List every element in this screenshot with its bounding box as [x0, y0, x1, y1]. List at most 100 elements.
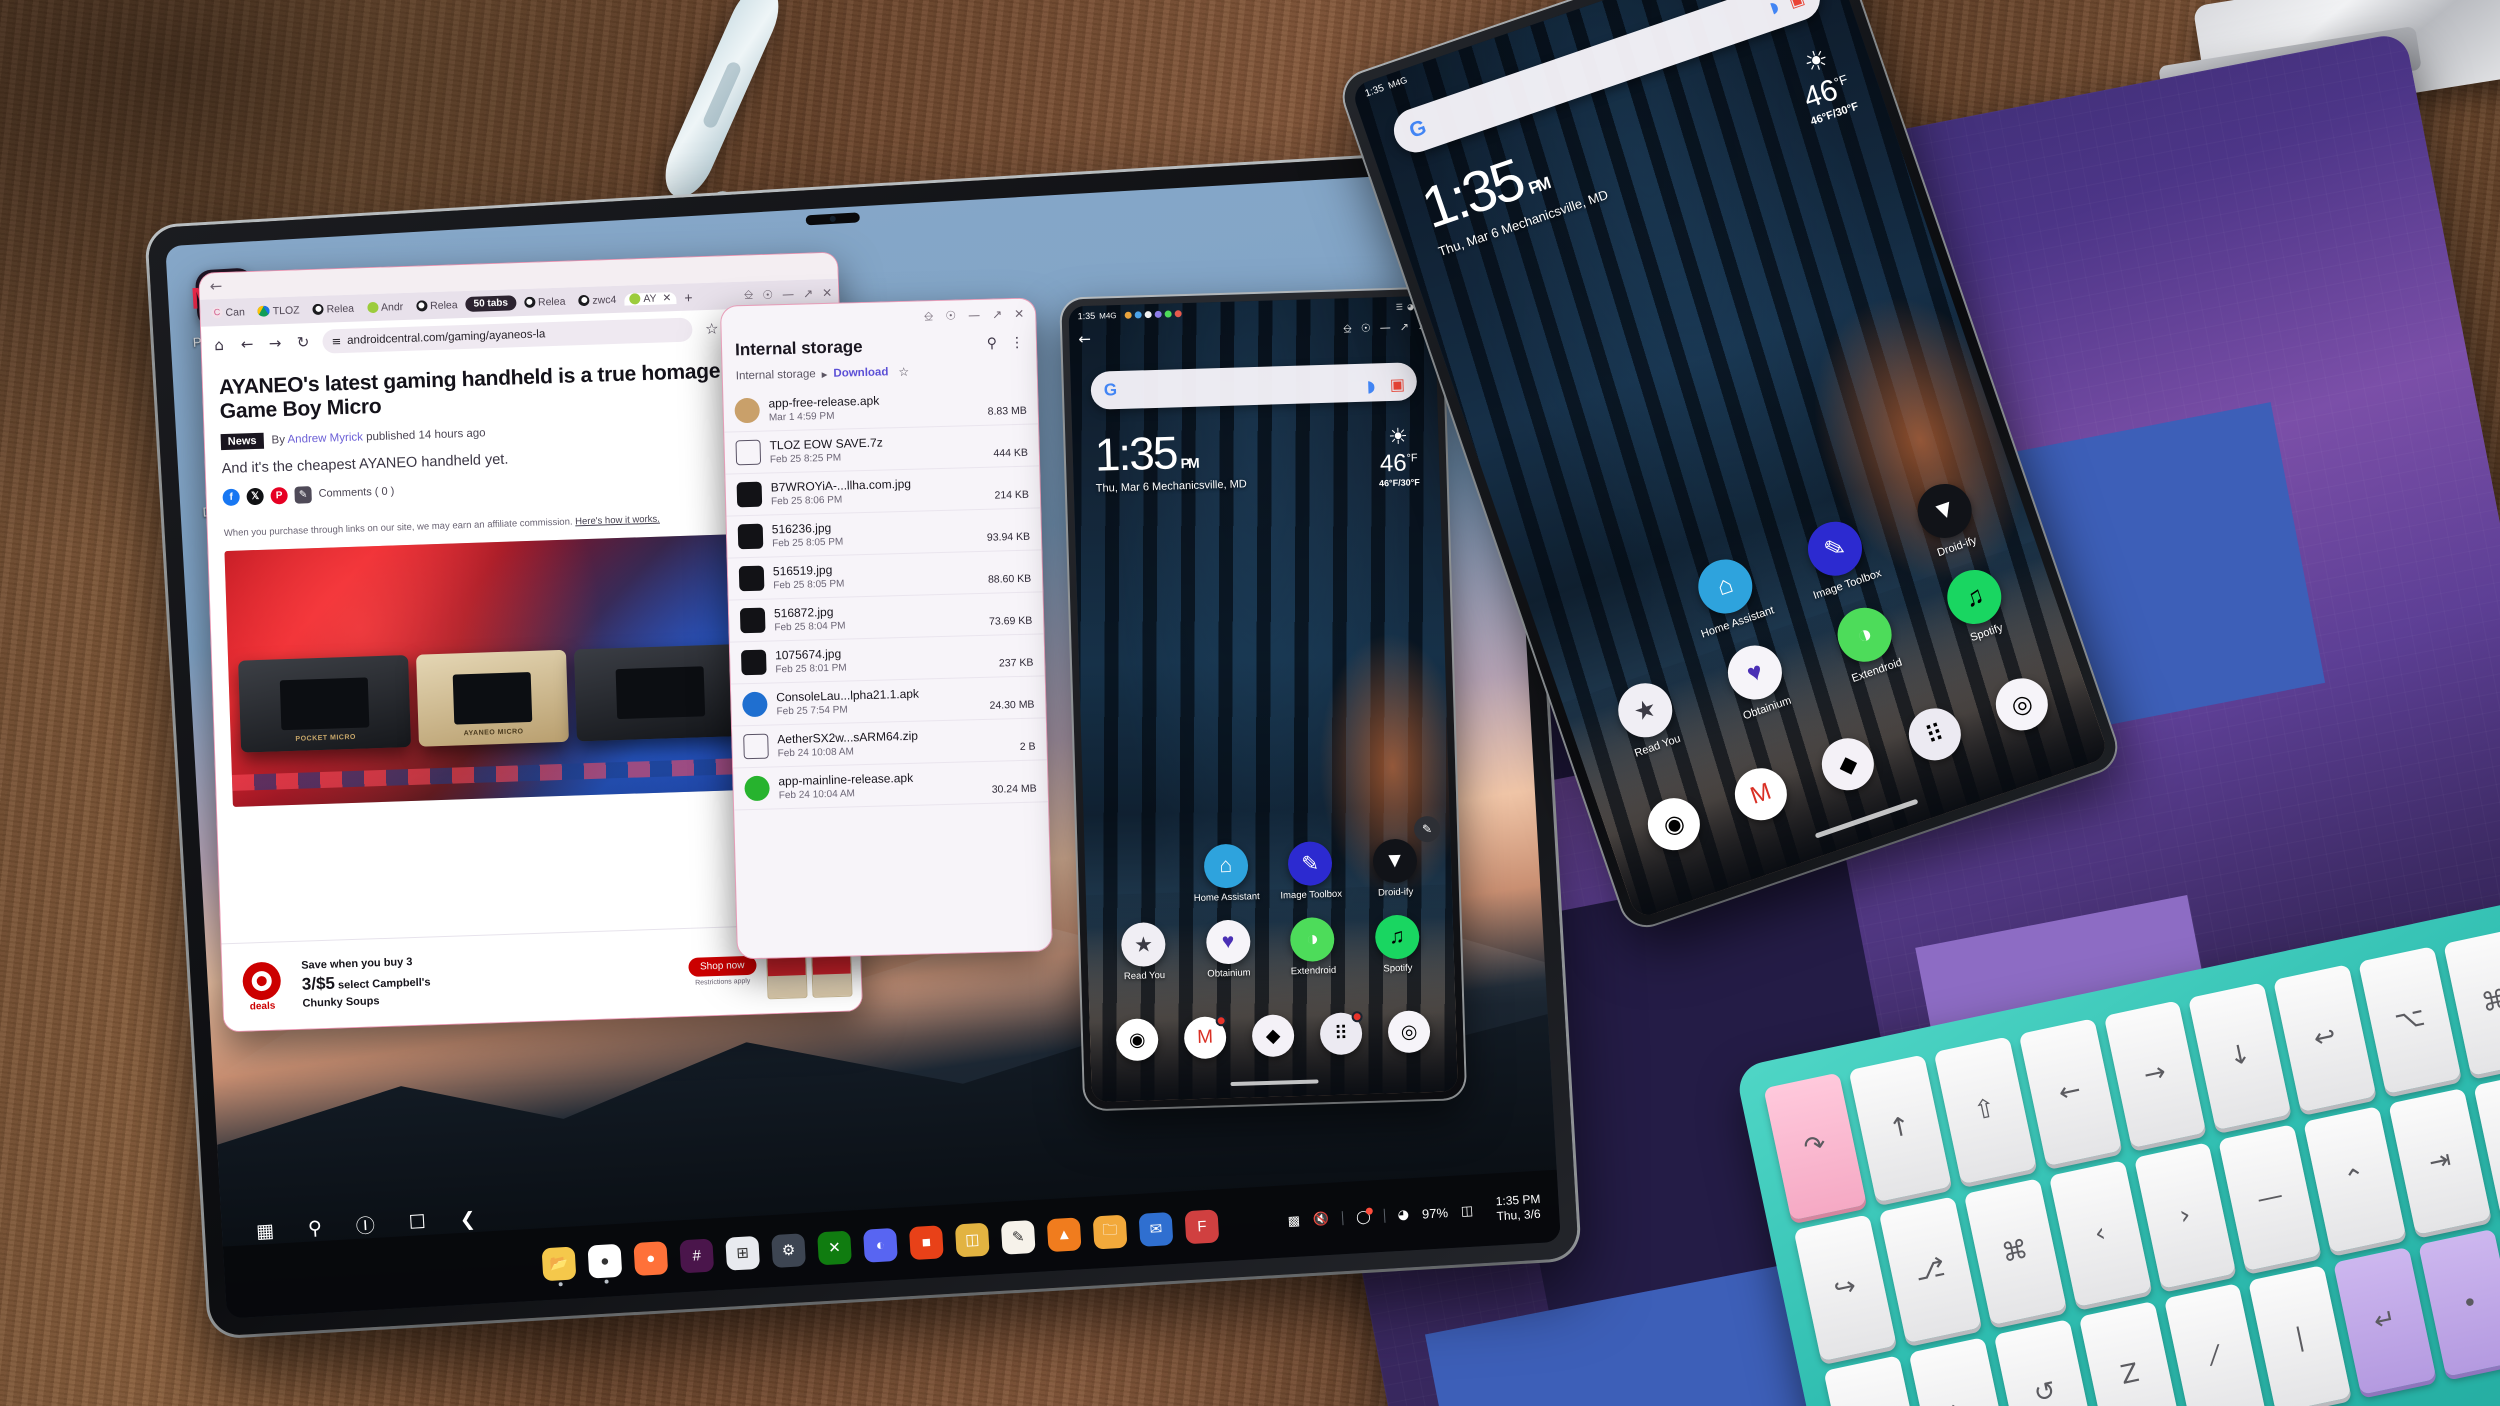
keyboard-key[interactable]: ›	[2133, 1141, 2237, 1290]
taskbar-games-app[interactable]: ■	[908, 1224, 944, 1260]
app-icon-read-you[interactable]: ★ Read You	[1101, 921, 1187, 983]
tablet-screen[interactable]: MDM Poc Dri ← CCanTLOZReleaAndrRelea50 t…	[165, 169, 1561, 1319]
close-x-icon[interactable]: ✕	[1014, 307, 1024, 321]
app-icon-droid-ify[interactable]: ▼ Droid-ify	[1352, 838, 1438, 900]
author-link[interactable]: Andrew Myrick	[287, 431, 363, 445]
tab-count-pill[interactable]: 50 tabs	[465, 295, 517, 312]
search-icon[interactable]: ⚲	[307, 1216, 322, 1239]
facebook-icon[interactable]: f	[222, 488, 240, 506]
ad-cta-block[interactable]: Shop now Restrictions apply	[687, 955, 757, 987]
taskbar-discord-app[interactable]: ◐	[862, 1227, 898, 1263]
keyboard-key[interactable]: ⌃	[2303, 1105, 2407, 1253]
comments-icon[interactable]: ✎	[294, 485, 312, 504]
keyboard-key[interactable]: ⇥	[2388, 1087, 2492, 1235]
reload-icon[interactable]: ↻	[294, 333, 312, 351]
keyboard-key[interactable]: ⁄	[2163, 1282, 2267, 1406]
multiwindow-icon[interactable]: Ⓘ	[355, 1211, 376, 1239]
taskbar-notes-app[interactable]: ✎	[1000, 1219, 1036, 1255]
taskbar-vlc-app[interactable]: ▲	[1046, 1216, 1082, 1252]
keyboard-key[interactable]: Z	[2078, 1300, 2182, 1406]
forward-arrow-icon[interactable]: →	[266, 334, 284, 352]
breadcrumb-current[interactable]: Download	[833, 366, 888, 379]
app-icon-extendroid[interactable]: ◑ Extendroid	[1270, 916, 1356, 978]
keyboard-key[interactable]: ⇧	[1933, 1036, 2037, 1184]
phone-mirror-window[interactable]: 1:35 M4G ☰ ◕ ◫ ← ⎒	[1061, 288, 1466, 1110]
maximize-diagonal-icon[interactable]: ↗	[992, 307, 1002, 321]
disclaimer-link[interactable]: Here's how it works.	[575, 513, 660, 527]
taskbar-feedly-app[interactable]: F	[1184, 1208, 1220, 1244]
search-icon[interactable]: ⚲	[987, 335, 998, 351]
browser-tab[interactable]: Relea	[411, 299, 463, 313]
keyboard-key[interactable]: ‹	[2048, 1159, 2152, 1308]
maximize-diagonal-icon[interactable]: ↗	[1400, 320, 1410, 334]
keyboard-key[interactable]: ⌘	[1963, 1177, 2067, 1326]
maximize-diagonal-icon[interactable]: ↗	[803, 286, 814, 300]
file-row[interactable]: app-mainline-release.apk Feb 24 10:04 AM 3…	[733, 760, 1049, 811]
speech-bubble-icon[interactable]: ◯	[1356, 1206, 1373, 1225]
keyboard-key[interactable]: ↓	[2188, 982, 2292, 1130]
app-icon-obtainium[interactable]: ♥ Obtainium	[1185, 919, 1271, 981]
keyboard-key[interactable]: ↷	[1763, 1072, 1867, 1221]
my-files-window[interactable]: ⎒ ☉ — ↗ ✕ Internal storage ⚲ ⋮ Internal …	[719, 297, 1053, 960]
taskbar-clock[interactable]: 1:35 PM Thu, 3/6	[1495, 1192, 1541, 1225]
popout-icon[interactable]: ⎒	[1343, 322, 1352, 336]
chrome-dock-icon[interactable]: ◉	[1115, 1018, 1159, 1062]
back-arrow-icon[interactable]: ←	[1078, 330, 1091, 348]
microphone-icon[interactable]: ◗	[1367, 376, 1380, 395]
keyboard-key[interactable]: ↩	[2273, 964, 2377, 1112]
browser-tab[interactable]: TLOZ	[253, 304, 305, 318]
gmail-dock-icon[interactable]: M	[1183, 1015, 1227, 1060]
app-icon-image-toolbox[interactable]: ✎ Image Toolbox	[1267, 840, 1353, 902]
taskbar-settings-app[interactable]: ⚙	[771, 1232, 806, 1268]
browser-address-bar[interactable]: ≡ androidcentral.com/gaming/ayaneos-la	[322, 317, 693, 354]
keyboard-key[interactable]: ⎇	[1878, 1195, 1982, 1344]
popout-icon[interactable]: ⎒	[744, 287, 754, 302]
back-arrow-icon[interactable]: ←	[209, 277, 222, 295]
weather-widget[interactable]: ☀ 46°F 46°F/30°F	[1377, 424, 1420, 488]
browser-tab[interactable]: Relea	[519, 295, 571, 309]
keyboard-key[interactable]: ↪	[1793, 1213, 1897, 1362]
browser-tab[interactable]: AY ✕	[624, 291, 677, 306]
browser-tab[interactable]: Relea	[307, 302, 359, 316]
app-drawer-icon[interactable]: ⠿	[1319, 1011, 1363, 1056]
keyboard-key[interactable]: ∣	[2248, 1264, 2352, 1406]
screenshot-icon[interactable]: ▩	[1287, 1213, 1300, 1229]
three-dot-menu-icon[interactable]: ⋮	[1010, 335, 1024, 351]
taskbar-xbox-app[interactable]: ✕	[817, 1230, 852, 1265]
taskbar-mail-app[interactable]: ✉	[1138, 1211, 1174, 1247]
taskbar-package-app[interactable]: ◫	[954, 1222, 990, 1257]
pin-icon[interactable]: ☉	[945, 309, 956, 323]
keyboard-key[interactable]: →	[2103, 1000, 2207, 1148]
gallery-dock-icon[interactable]: ◆	[1251, 1014, 1295, 1058]
tune-sliders-icon[interactable]: ≡	[331, 334, 341, 348]
taskbar-files-app[interactable]: 📂	[541, 1245, 577, 1286]
taskbar-folder-app[interactable]: 🗀	[1092, 1214, 1128, 1250]
app-icon-home-assistant[interactable]: ⌂ Home Assistant	[1183, 843, 1269, 905]
star-outline-icon[interactable]: ☆	[703, 320, 721, 338]
pinterest-icon[interactable]: P	[270, 486, 288, 505]
camera-dock-icon[interactable]: ◎	[1387, 1010, 1431, 1054]
back-chevron-icon[interactable]: ❮	[459, 1208, 476, 1231]
x-twitter-icon[interactable]: 𝕏	[246, 487, 264, 506]
article-category-badge[interactable]: News	[220, 432, 264, 450]
browser-tab[interactable]: Andr	[362, 300, 409, 314]
taskbar-chrome-browser[interactable]: ●	[587, 1243, 623, 1284]
minimize-icon[interactable]: —	[782, 287, 794, 301]
wifi-6e-icon[interactable]: ◕	[1397, 1207, 1409, 1223]
browser-tab[interactable]: C Can	[206, 306, 250, 319]
keyboard-key[interactable]: ↑	[1848, 1054, 1952, 1202]
home-screen-app-grid[interactable]: ⌂ Home Assistant ✎ Image Toolbox ▼ Droid-ify ★…	[1084, 838, 1454, 985]
close-x-icon[interactable]: ✕	[822, 285, 833, 299]
pin-icon[interactable]: ☉	[1361, 322, 1371, 336]
clock-widget[interactable]: 1:35 PM Thu, Mar 6 Mechanicsville, MD	[1094, 426, 1247, 494]
keyboard-key[interactable]: ↵	[2333, 1246, 2437, 1395]
microphone-icon[interactable]: ◗	[1768, 0, 1781, 17]
volume-mute-icon[interactable]: 🔇	[1313, 1211, 1330, 1227]
breadcrumb-root[interactable]: Internal storage	[736, 368, 816, 382]
star-outline-icon[interactable]: ☆	[898, 365, 909, 379]
keyboard-key[interactable]: —	[2218, 1123, 2322, 1272]
google-lens-icon[interactable]: ▣	[1786, 0, 1806, 11]
taskbar-calculator-app[interactable]: ⊞	[725, 1235, 761, 1271]
close-x-icon[interactable]: ✕	[662, 292, 671, 304]
recents-grid-icon[interactable]: ▦	[255, 1219, 274, 1242]
